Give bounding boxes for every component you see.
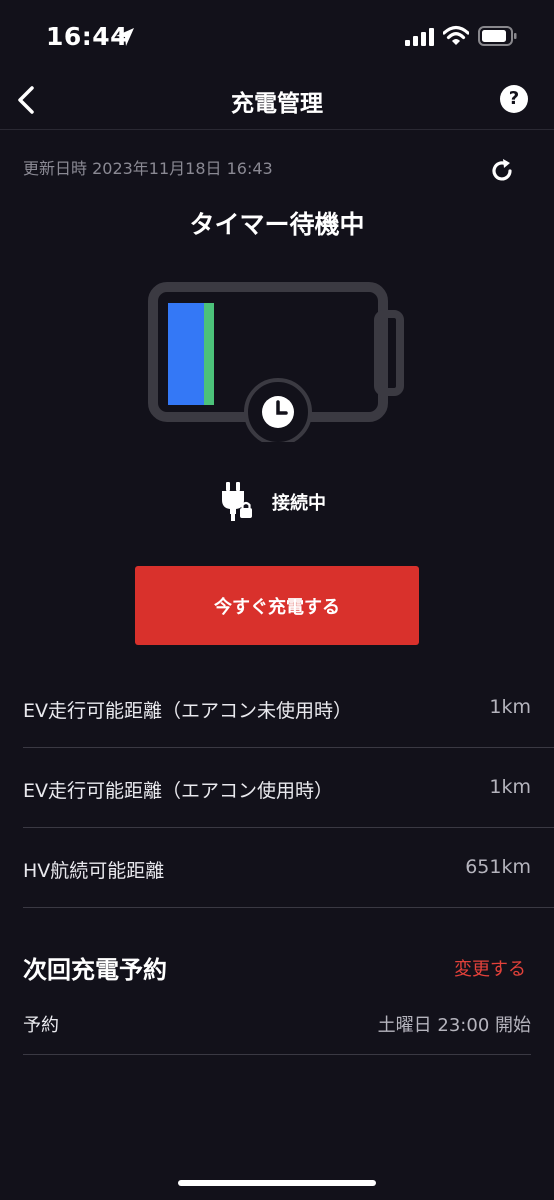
charge-management-screen: 16:44 充電管理 ? 更新日時 2023年11月18日 16:43 タイマー… bbox=[0, 0, 554, 1200]
battery-terminal bbox=[374, 310, 404, 396]
range-label: EV走行可能距離（エアコン使用時） bbox=[23, 780, 334, 802]
battery-icon bbox=[478, 26, 517, 46]
status-bar: 16:44 bbox=[0, 0, 554, 72]
range-value: 1km bbox=[489, 696, 531, 718]
range-row-ev-ac: EV走行可能距離（エアコン使用時） 1km bbox=[23, 748, 554, 828]
range-row-hv: HV航続可能距離 651km bbox=[23, 828, 554, 908]
change-schedule-link[interactable]: 変更する bbox=[454, 955, 526, 981]
range-label: HV航続可能距離 bbox=[23, 860, 165, 882]
home-indicator[interactable] bbox=[178, 1180, 376, 1186]
connection-status: 接続中 bbox=[272, 493, 326, 514]
battery-fill-blue bbox=[168, 303, 204, 405]
range-value: 1km bbox=[489, 776, 531, 798]
wifi-icon bbox=[443, 25, 469, 45]
reservation-label: 予約 bbox=[23, 1015, 59, 1036]
cellular-signal-icon bbox=[405, 28, 434, 46]
nav-bar: 充電管理 ? bbox=[0, 72, 554, 130]
reservation-row[interactable]: 予約 土曜日 23:00 開始 bbox=[23, 995, 531, 1055]
help-button[interactable]: ? bbox=[500, 85, 528, 113]
range-label: EV走行可能距離（エアコン未使用時） bbox=[23, 700, 353, 722]
battery-fill-edge-green bbox=[204, 303, 214, 405]
plug-lock-icon bbox=[222, 482, 252, 521]
clock-icon bbox=[262, 396, 294, 428]
refresh-button[interactable] bbox=[487, 156, 517, 186]
battery-level-graphic bbox=[148, 282, 404, 442]
charge-now-button[interactable]: 今すぐ充電する bbox=[135, 566, 419, 645]
refresh-icon bbox=[492, 159, 512, 181]
location-arrow-icon bbox=[116, 28, 134, 46]
reservation-value: 土曜日 23:00 開始 bbox=[377, 1015, 531, 1036]
charge-state-title: タイマー待機中 bbox=[189, 210, 365, 239]
range-row-ev-no-ac: EV走行可能距離（エアコン未使用時） 1km bbox=[23, 668, 554, 748]
updated-timestamp: 更新日時 2023年11月18日 16:43 bbox=[23, 159, 273, 178]
range-value: 651km bbox=[465, 856, 531, 878]
schedule-section-title: 次回充電予約 bbox=[23, 956, 167, 984]
page-title: 充電管理 bbox=[231, 91, 323, 117]
